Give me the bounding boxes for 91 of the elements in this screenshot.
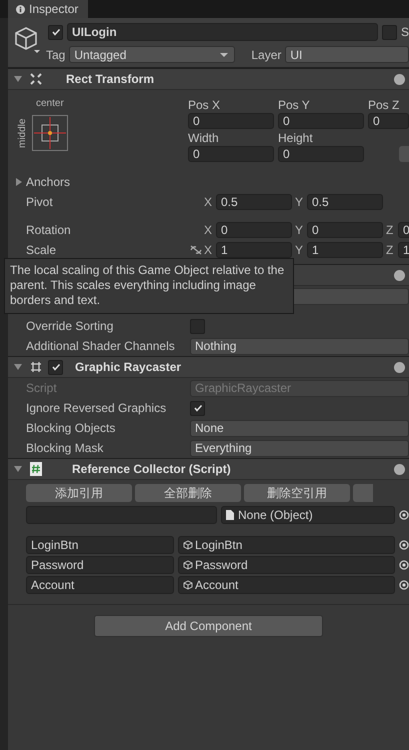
name-field[interactable]: UILogin (67, 23, 378, 41)
dropdown[interactable]: Nothing (190, 338, 409, 354)
number-field[interactable]: 0 (188, 146, 274, 162)
raycaster-icon (30, 361, 42, 373)
key-field[interactable]: LoginBtn (26, 536, 174, 554)
check-icon (50, 27, 60, 37)
number-field[interactable]: 1 (216, 242, 292, 258)
property-label: Override Sorting (26, 319, 114, 333)
axis-label: Z (386, 243, 394, 257)
cube-icon (183, 560, 193, 570)
key-field[interactable]: Password (26, 556, 174, 574)
help-icon[interactable] (394, 362, 405, 372)
property-label: Script (26, 381, 58, 395)
property-label: Ignore Reversed Graphics (26, 401, 168, 415)
active-checkbox[interactable] (48, 24, 63, 40)
axis-label: Y (295, 223, 304, 237)
help-icon[interactable] (394, 464, 405, 474)
object-field[interactable]: Password (178, 556, 395, 574)
unlinked-icon[interactable] (190, 245, 202, 255)
anchor-vertical-label: middle (18, 117, 28, 150)
number-field[interactable]: 0 (216, 222, 292, 238)
inspector-tab[interactable]: Inspector (8, 0, 88, 18)
number-field[interactable]: 0.5 (216, 194, 292, 210)
expand-icon (14, 466, 22, 472)
number-field[interactable]: 1 (307, 242, 383, 258)
property-label: Blocking Objects (26, 421, 116, 435)
property-label: Additional Shader Channels (26, 339, 176, 353)
field-label: Pos Y (278, 98, 311, 112)
property-label: Pivot (26, 195, 54, 209)
action-button[interactable]: 全部删除 (135, 484, 241, 502)
object-field[interactable]: None (Object) (221, 506, 395, 524)
cube-icon (183, 580, 193, 590)
number-field[interactable]: 1 (398, 242, 409, 258)
expand-icon (14, 364, 22, 370)
check-icon (50, 362, 60, 372)
checkbox[interactable] (190, 318, 205, 334)
anchor-preset-icon[interactable] (32, 115, 68, 151)
axis-label: X (204, 223, 213, 237)
field-label: Width (188, 131, 220, 145)
tag-dropdown[interactable]: Untagged (69, 46, 236, 63)
component-header[interactable]: Rect Transform (8, 68, 409, 90)
script-field: GraphicRaycaster (190, 380, 409, 396)
tag-label: Tag (46, 48, 66, 62)
axis-label: X (204, 195, 213, 209)
number-field[interactable]: 0 (278, 146, 364, 162)
field-label: Pos X (188, 98, 222, 112)
number-field[interactable]: 0 (188, 113, 274, 129)
object-field[interactable]: Account (178, 576, 395, 594)
object-field[interactable]: LoginBtn (178, 536, 395, 554)
action-button[interactable]: 删除空引用 (244, 484, 350, 502)
axis-label: X (204, 243, 213, 257)
property-label: Blocking Mask (26, 441, 104, 455)
property-label: Scale (26, 243, 58, 257)
object-picker-icon[interactable] (399, 510, 409, 520)
number-field[interactable]: 0 (368, 113, 409, 129)
rect-transform-icon (30, 73, 42, 85)
action-button[interactable]: 添加引用 (26, 484, 132, 502)
layer-dropdown[interactable]: UI (285, 46, 409, 63)
axis-label: Y (295, 243, 304, 257)
key-field[interactable]: Account (26, 576, 174, 594)
expand-icon (16, 178, 22, 186)
component-header[interactable]: Graphic Raycaster (8, 356, 409, 378)
script-icon (30, 462, 42, 476)
axis-label: Y (295, 195, 304, 209)
info-icon (16, 4, 25, 14)
anchor-horizontal-label: center (36, 98, 64, 109)
number-field[interactable]: 0.5 (307, 194, 383, 210)
cube-icon (183, 540, 193, 550)
static-label: S (400, 25, 409, 39)
component-header[interactable]: Reference Collector (Script) (8, 458, 409, 480)
checkbox[interactable] (190, 400, 205, 416)
dropdown[interactable]: None (190, 420, 409, 436)
document-icon (226, 510, 234, 520)
layer-label: Layer (251, 48, 282, 62)
property-label: Rotation (26, 223, 72, 237)
help-icon[interactable] (394, 270, 405, 280)
anchors-label[interactable]: Anchors (26, 175, 70, 189)
number-field[interactable]: 0 (278, 113, 364, 129)
number-field[interactable]: 0 (398, 222, 409, 238)
enabled-checkbox[interactable] (48, 360, 63, 374)
field-label: Height (278, 131, 314, 145)
expand-icon (14, 76, 22, 82)
field-label: Pos Z (368, 98, 400, 112)
static-checkbox[interactable] (382, 24, 397, 40)
help-icon[interactable] (394, 74, 405, 84)
number-field[interactable]: 0 (307, 222, 383, 238)
tooltip: The local scaling of this Game Object relative to the parent. This scales everything including image borders and text. (4, 258, 294, 314)
axis-label: Z (386, 223, 394, 237)
dropdown[interactable]: Everything (190, 440, 409, 456)
add-component-button[interactable]: Add Component (94, 615, 323, 637)
check-icon (192, 403, 202, 413)
